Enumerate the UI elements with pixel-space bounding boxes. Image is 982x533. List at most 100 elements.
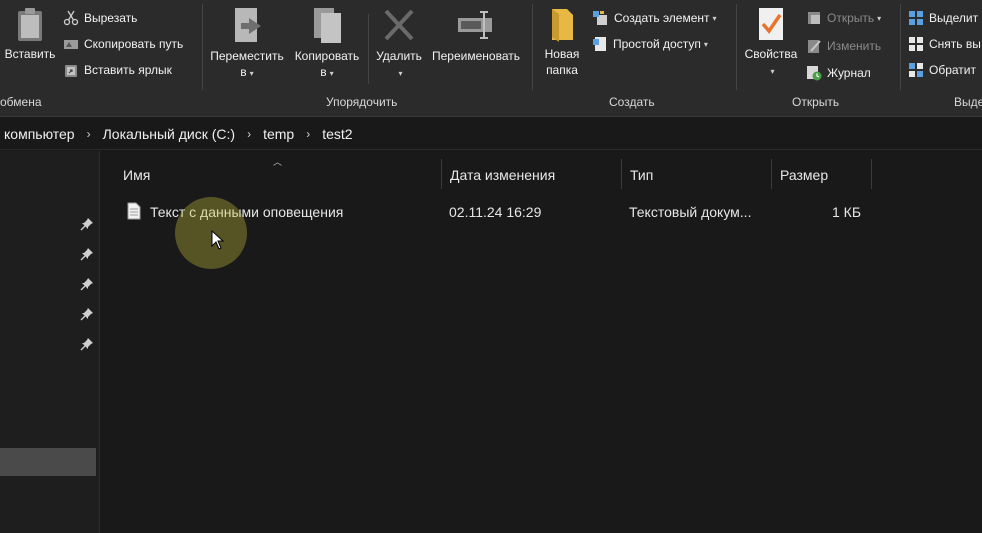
scissors-icon bbox=[63, 10, 79, 26]
pin-icon[interactable] bbox=[80, 217, 94, 231]
chevron-down-icon: ▾ bbox=[398, 69, 403, 78]
select-none-icon bbox=[909, 37, 923, 51]
select-all-label: Выделит bbox=[929, 11, 979, 25]
navigation-pane[interactable] bbox=[0, 151, 100, 533]
ribbon-separator bbox=[736, 4, 737, 90]
chevron-right-icon[interactable]: › bbox=[247, 127, 251, 141]
ribbon: Вставить Вырезать Скопировать путь Встав… bbox=[0, 0, 982, 117]
address-bar[interactable]: компьютер › Локальный диск (C:) › temp ›… bbox=[0, 119, 982, 150]
paste-shortcut-icon bbox=[65, 65, 77, 77]
rename-icon bbox=[458, 11, 492, 39]
invert-selection-label: Обратит bbox=[929, 63, 976, 77]
breadcrumb-test2[interactable]: test2 bbox=[322, 126, 352, 142]
copy-path-label: Скопировать путь bbox=[84, 37, 184, 51]
file-type: Текстовый докум... bbox=[629, 204, 752, 220]
chevron-down-icon: ▾ bbox=[703, 39, 708, 49]
mouse-cursor-icon bbox=[211, 230, 225, 250]
file-modified: 02.11.24 16:29 bbox=[449, 204, 542, 220]
paste-label: Вставить bbox=[4, 47, 56, 61]
open-button[interactable]: Открыть ▾ bbox=[806, 7, 881, 29]
edit-icon bbox=[808, 40, 821, 53]
select-none-button[interactable]: Снять вы bbox=[908, 33, 981, 55]
delete-label: Удалить bbox=[376, 49, 422, 63]
column-header-modified[interactable]: Дата изменения bbox=[442, 161, 620, 189]
column-header-type[interactable]: Тип bbox=[622, 161, 770, 189]
column-header-size[interactable]: Размер bbox=[772, 161, 870, 189]
paste-button[interactable]: Вставить bbox=[4, 6, 56, 62]
rename-label: Переименовать bbox=[432, 49, 520, 63]
copy-to-label-1: Копировать bbox=[294, 49, 360, 63]
chevron-down-icon: ▾ bbox=[877, 13, 882, 23]
properties-label: Свойства bbox=[744, 47, 798, 61]
move-to-label-1: Переместить bbox=[210, 49, 284, 63]
cut-label: Вырезать bbox=[84, 11, 138, 25]
new-item-label: Создать элемент bbox=[614, 11, 710, 25]
clipboard-group-label: обмена bbox=[0, 95, 42, 109]
chevron-down-icon: ▾ bbox=[249, 69, 254, 78]
move-to-button[interactable]: Переместить в ▾ bbox=[208, 6, 286, 82]
clipboard-icon bbox=[18, 8, 42, 41]
select-all-icon bbox=[909, 11, 923, 25]
history-button[interactable]: Журнал bbox=[806, 62, 871, 84]
column-header-name[interactable]: Имя bbox=[115, 161, 441, 189]
paste-shortcut-label: Вставить ярлык bbox=[84, 63, 172, 77]
chevron-down-icon: ▾ bbox=[329, 69, 334, 78]
new-folder-label-1: Новая bbox=[544, 47, 580, 61]
cut-button[interactable]: Вырезать bbox=[63, 7, 137, 29]
chevron-down-icon: ▾ bbox=[770, 67, 775, 76]
properties-button[interactable]: Свойства ▾ bbox=[742, 6, 800, 80]
move-to-icon bbox=[235, 8, 261, 42]
chevron-right-icon[interactable]: › bbox=[87, 127, 91, 141]
invert-selection-icon bbox=[909, 63, 923, 77]
history-icon bbox=[807, 66, 822, 81]
copy-path-button[interactable]: Скопировать путь bbox=[63, 33, 183, 55]
select-all-button[interactable]: Выделит bbox=[908, 7, 978, 29]
new-group-label: Создать bbox=[609, 95, 655, 109]
rename-button[interactable]: Переименовать bbox=[428, 6, 524, 64]
open-label: Открыть bbox=[827, 11, 875, 25]
easy-access-button[interactable]: Простой доступ ▾ bbox=[592, 33, 708, 55]
open-icon bbox=[808, 12, 820, 24]
ribbon-separator bbox=[202, 4, 203, 90]
new-folder-label-2: папка bbox=[546, 63, 578, 77]
open-group-label: Открыть bbox=[792, 95, 840, 109]
nav-selected-item[interactable] bbox=[0, 448, 96, 476]
pin-icon[interactable] bbox=[80, 247, 94, 261]
history-label: Журнал bbox=[827, 66, 871, 80]
paste-shortcut-button[interactable]: Вставить ярлык bbox=[63, 59, 172, 81]
pin-icon[interactable] bbox=[80, 337, 94, 351]
pin-icon[interactable] bbox=[80, 277, 94, 291]
copy-path-icon bbox=[64, 40, 78, 49]
pin-icon[interactable] bbox=[80, 307, 94, 321]
select-group-label: Выде bbox=[954, 95, 982, 109]
easy-access-label: Простой доступ bbox=[613, 37, 701, 51]
copy-to-button[interactable]: Копировать в ▾ bbox=[290, 6, 364, 82]
chevron-down-icon: ▾ bbox=[712, 13, 717, 23]
ribbon-separator bbox=[368, 14, 369, 84]
text-file-icon bbox=[127, 202, 141, 220]
copy-to-label-2: в bbox=[320, 65, 327, 79]
new-item-icon bbox=[593, 11, 607, 25]
delete-x-icon bbox=[384, 9, 414, 41]
select-none-label: Снять вы bbox=[929, 37, 981, 51]
breadcrumb-temp[interactable]: temp bbox=[263, 126, 294, 142]
new-folder-button[interactable]: Новая папка bbox=[538, 6, 586, 78]
file-size: 1 КБ bbox=[832, 204, 862, 220]
ribbon-separator bbox=[532, 4, 533, 90]
column-divider[interactable] bbox=[871, 159, 872, 189]
chevron-right-icon[interactable]: › bbox=[306, 127, 310, 141]
breadcrumb-local-disk[interactable]: Локальный диск (C:) bbox=[103, 126, 236, 142]
organize-group-label: Упорядочить bbox=[326, 95, 398, 109]
delete-button[interactable]: Удалить ▾ bbox=[374, 6, 424, 82]
new-item-button[interactable]: Создать элемент ▾ bbox=[592, 7, 717, 29]
move-to-label-2: в bbox=[240, 65, 247, 79]
ribbon-separator bbox=[900, 4, 901, 90]
folder-icon bbox=[552, 9, 573, 42]
properties-check-icon bbox=[759, 8, 783, 40]
invert-selection-button[interactable]: Обратит bbox=[908, 59, 976, 81]
edit-button[interactable]: Изменить bbox=[806, 35, 881, 57]
edit-label: Изменить bbox=[827, 39, 882, 53]
breadcrumb-computer[interactable]: компьютер bbox=[4, 126, 75, 142]
copy-to-icon bbox=[314, 8, 341, 43]
easy-access-icon bbox=[593, 37, 606, 51]
